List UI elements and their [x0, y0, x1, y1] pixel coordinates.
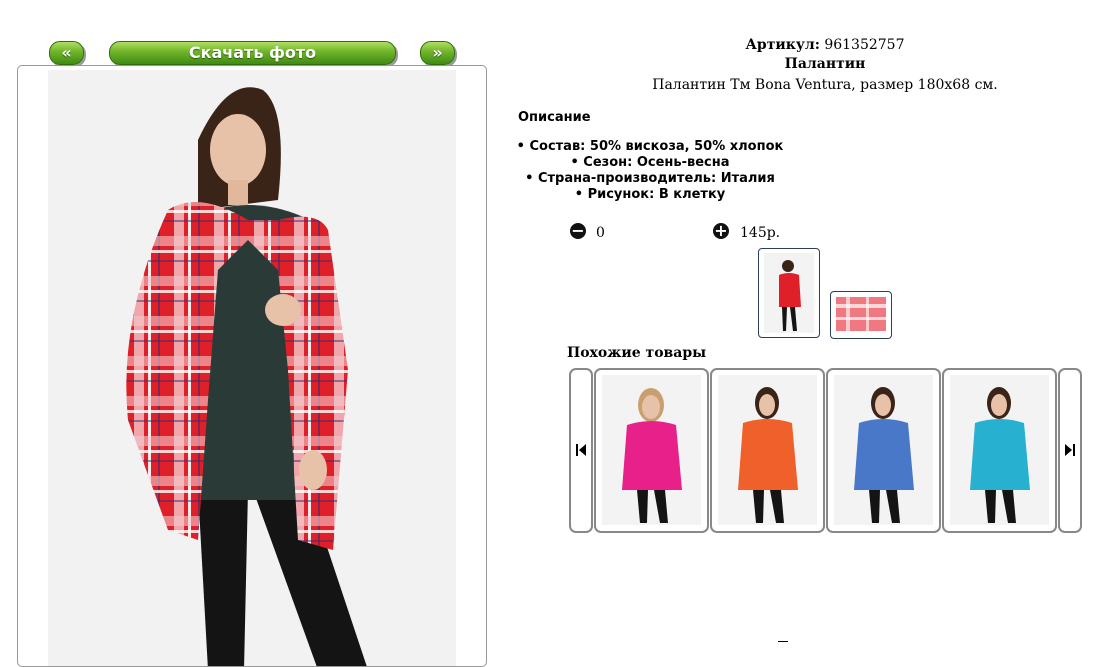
property-item: Состав: 50% вискоза, 50% хлопок	[500, 139, 800, 154]
minus-circle-icon[interactable]: −	[570, 223, 586, 239]
product-subtitle: Палантин Тм Bona Ventura, размер 180х68 …	[652, 77, 998, 93]
main-product-photo[interactable]	[48, 70, 456, 666]
next-photo-button[interactable]: »	[420, 41, 455, 65]
carousel-prev-button[interactable]	[569, 368, 593, 533]
thumbnail-fabric[interactable]	[830, 291, 892, 339]
similar-product-card[interactable]	[942, 368, 1057, 533]
similar-product-card[interactable]	[594, 368, 709, 533]
price-value: 145р.	[740, 225, 781, 241]
skip-previous-icon	[576, 444, 586, 456]
carousel-next-button[interactable]	[1058, 368, 1082, 533]
sku-value: 961352757	[824, 37, 905, 53]
property-item: Рисунок: В клетку	[500, 187, 800, 202]
prev-photo-button[interactable]: «	[49, 41, 84, 65]
similar-product-card[interactable]	[826, 368, 941, 533]
sku-line: Артикул: 961352757	[600, 37, 1050, 53]
divider	[778, 641, 788, 642]
main-photo-frame	[17, 65, 487, 667]
sku-label: Артикул:	[745, 37, 820, 53]
property-item: Страна-производитель: Италия	[500, 171, 800, 186]
product-name: Палантин	[784, 56, 866, 72]
plus-circle-icon[interactable]: +	[713, 223, 729, 239]
thumbnail-model[interactable]	[758, 248, 820, 338]
similar-products-title: Похожие товары	[567, 345, 707, 361]
download-photo-button[interactable]: Скачать фото	[109, 41, 396, 65]
property-item: Сезон: Осень-весна	[500, 155, 800, 170]
similar-product-card[interactable]	[710, 368, 825, 533]
quantity-value: 0	[596, 225, 605, 241]
skip-next-icon	[1065, 444, 1075, 456]
description-title: Описание	[518, 110, 591, 125]
